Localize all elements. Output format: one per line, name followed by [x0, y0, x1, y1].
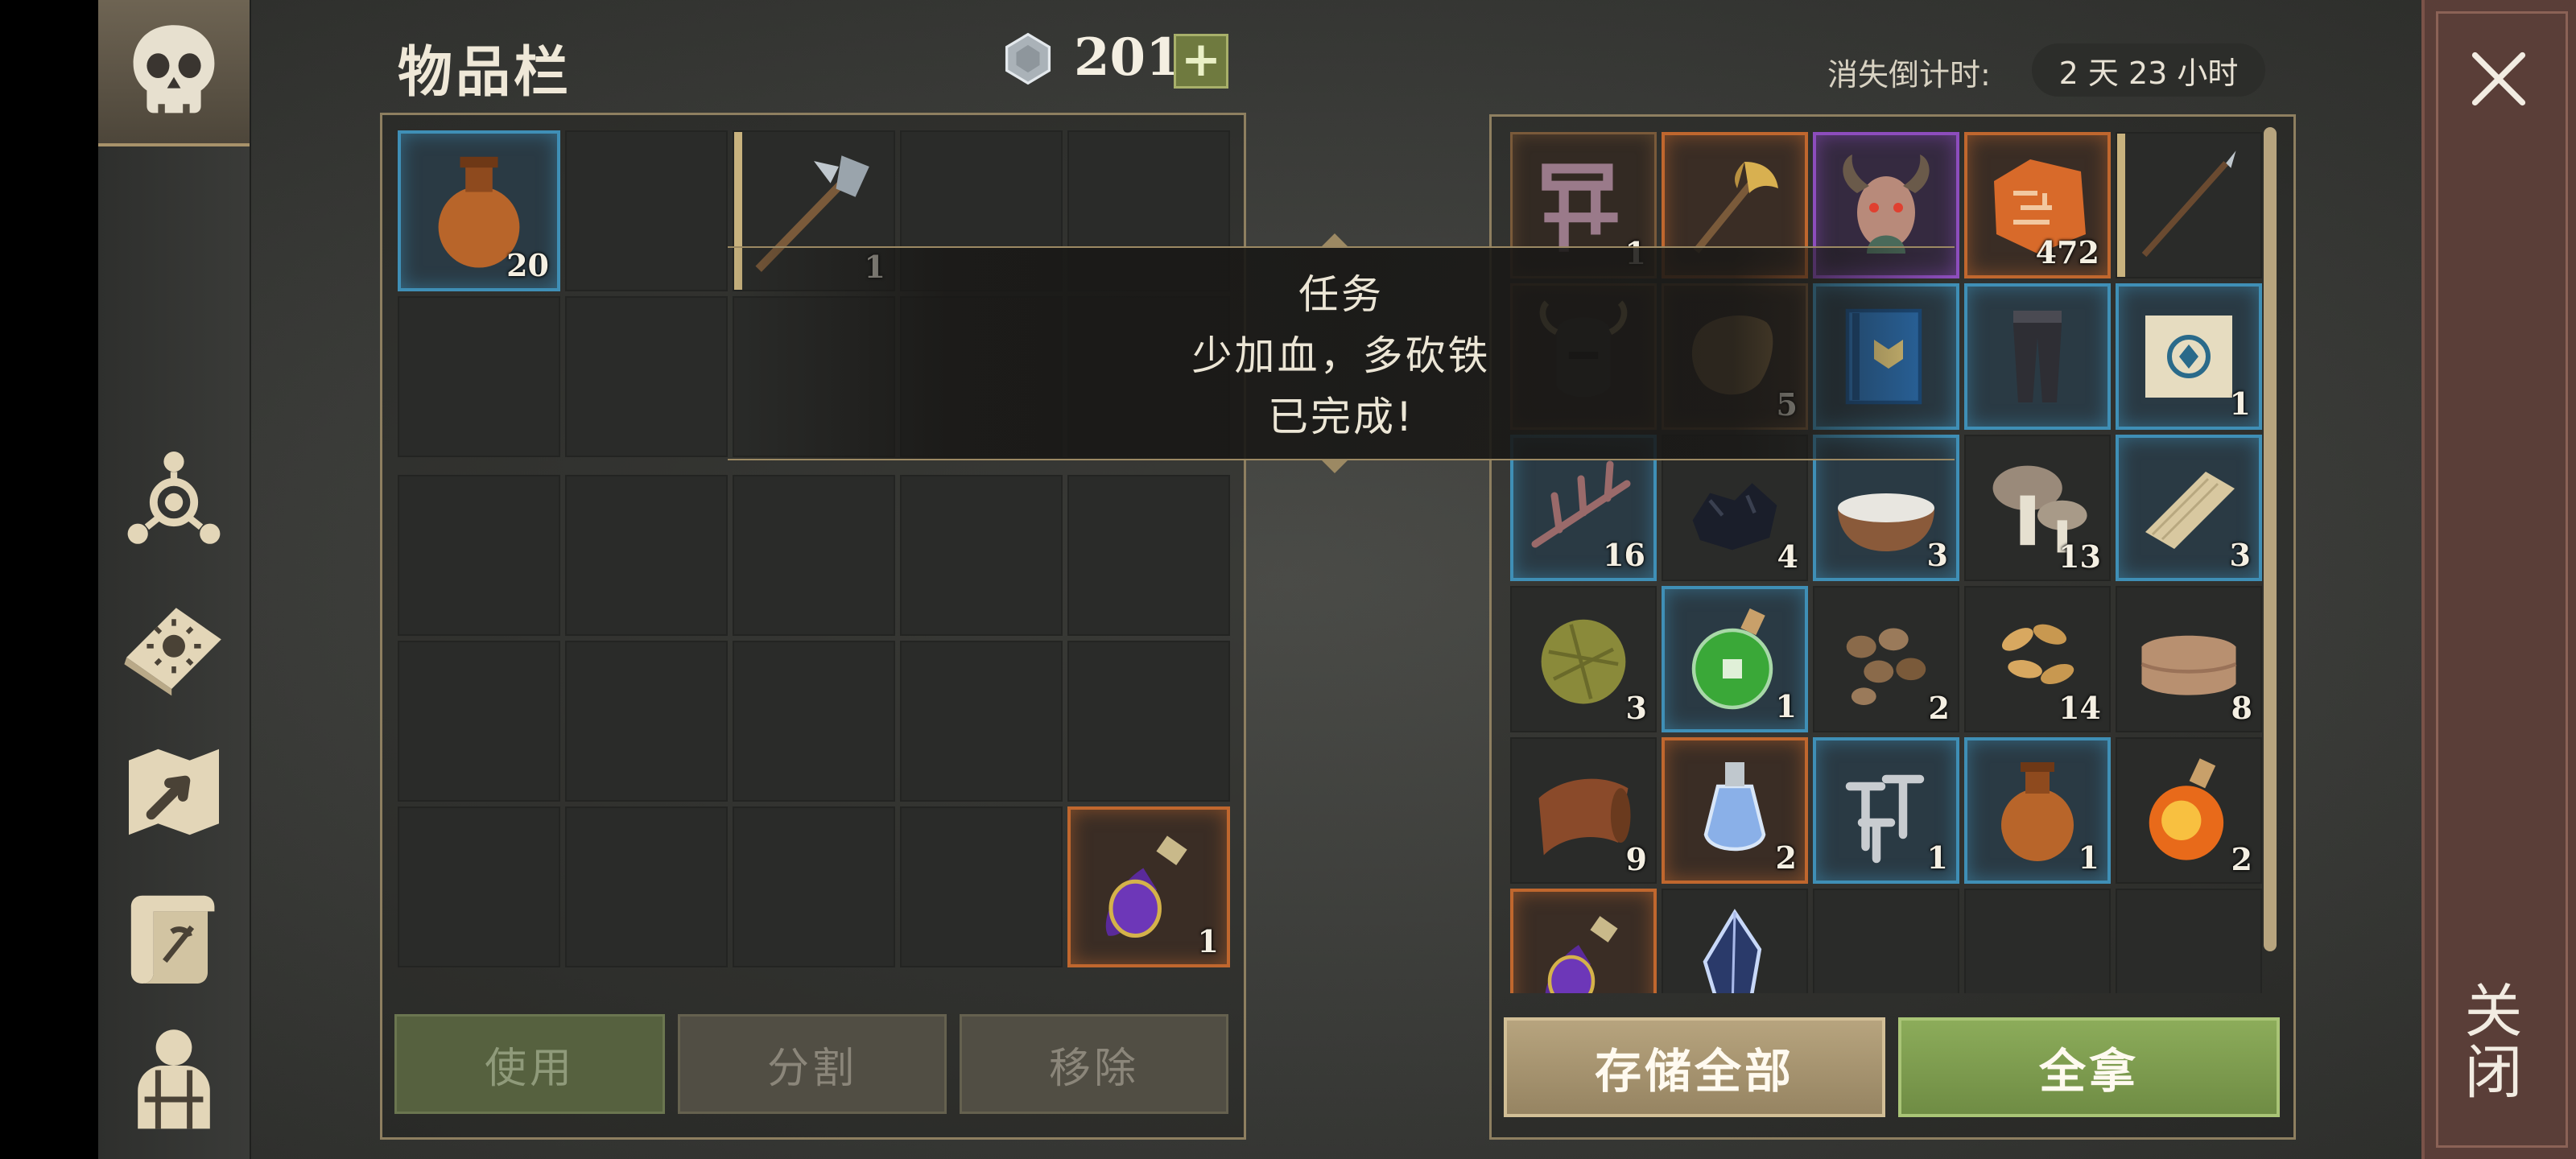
- screen-edge: [0, 0, 98, 1159]
- item-count: 2: [2231, 841, 2252, 877]
- storage-empty-slot[interactable]: [2116, 889, 2262, 993]
- item-count: 4: [1777, 538, 1798, 575]
- item-count: 16: [1603, 537, 1645, 573]
- item-count: 14: [2058, 690, 2101, 726]
- bag-empty-slot[interactable]: [900, 806, 1063, 967]
- bag-empty-slot[interactable]: [900, 475, 1063, 636]
- item-count: 1: [1775, 688, 1797, 724]
- item-count: 472: [2035, 234, 2099, 270]
- storage-slot[interactable]: 14: [1964, 586, 2111, 732]
- purple-potion-icon: [1545, 916, 1618, 993]
- item-count: 3: [2229, 537, 2251, 573]
- sun-book-icon[interactable]: [116, 586, 232, 702]
- scroll-icon[interactable]: [116, 881, 232, 996]
- storage-slot[interactable]: 1: [1662, 586, 1808, 732]
- bag-empty-slot[interactable]: [398, 806, 560, 967]
- close-label[interactable]: 关闭: [2454, 980, 2531, 1103]
- silver-coin-icon: [1005, 32, 1051, 85]
- storage-slot[interactable]: 13: [1964, 435, 2111, 581]
- storage-scrollbar[interactable]: [2264, 127, 2277, 951]
- quest-complete-toast: 任务 少加血，多砍铁 已完成!: [728, 246, 1955, 460]
- page-title: 物品栏: [398, 41, 572, 105]
- split-button[interactable]: 分割: [678, 1014, 947, 1114]
- bag-empty-slot[interactable]: [565, 806, 728, 967]
- item-count: 2: [1775, 839, 1797, 876]
- storage-slot[interactable]: 2: [2116, 737, 2262, 884]
- remove-button[interactable]: 移除: [960, 1014, 1228, 1114]
- bag-slot-grid: 1: [398, 475, 1230, 967]
- toast-notch-bottom: [1320, 459, 1349, 473]
- toast-quest-name: 少加血，多砍铁: [1191, 332, 1491, 379]
- bag-empty-slot[interactable]: [733, 641, 895, 802]
- sidebar: [98, 0, 251, 1159]
- crystal-shard-icon: [1703, 909, 1762, 993]
- bag-empty-slot[interactable]: [398, 641, 560, 802]
- quick-slot[interactable]: 20: [398, 130, 560, 291]
- item-count: 20: [506, 247, 549, 283]
- storage-slot[interactable]: 8: [2116, 586, 2262, 732]
- currency-count: 201: [1074, 27, 1182, 88]
- sidebar-tab-inventory[interactable]: [98, 0, 250, 146]
- quick-empty-slot[interactable]: [565, 296, 728, 457]
- countdown-value: 2 天 23 小时: [2032, 43, 2265, 97]
- storage-slot[interactable]: [1662, 889, 1808, 993]
- item-count: 2: [1928, 690, 1950, 726]
- item-count: 8: [2231, 690, 2252, 726]
- storage-slot[interactable]: 3: [1510, 586, 1657, 732]
- storage-slot[interactable]: 3: [2116, 435, 2262, 581]
- close-x-icon[interactable]: [2462, 42, 2536, 116]
- item-count: 3: [1926, 537, 1948, 573]
- character-icon[interactable]: [116, 1019, 232, 1135]
- storage-slot[interactable]: 1: [1813, 737, 1959, 884]
- item-count: 13: [2058, 538, 2101, 575]
- toast-status: 已完成!: [1267, 394, 1415, 440]
- bag-empty-slot[interactable]: [565, 475, 728, 636]
- skull-icon: [116, 14, 232, 130]
- store-all-button[interactable]: 存储全部: [1504, 1017, 1885, 1117]
- storage-slot[interactable]: 1: [2116, 283, 2262, 430]
- add-currency-button[interactable]: +: [1174, 34, 1228, 89]
- countdown-label: 消失倒计时:: [1827, 57, 1991, 93]
- item-count: 1: [1926, 839, 1948, 876]
- item-count: 3: [1625, 690, 1647, 726]
- storage-slot[interactable]: [1964, 283, 2111, 430]
- take-all-button[interactable]: 全拿: [1898, 1017, 2280, 1117]
- storage-slot[interactable]: 9: [1510, 737, 1657, 884]
- bag-empty-slot[interactable]: [733, 475, 895, 636]
- storage-slot[interactable]: 472: [1964, 132, 2111, 278]
- item-count: 1: [2229, 386, 2251, 422]
- storage-empty-slot[interactable]: [1964, 889, 2111, 993]
- spear-icon: [2141, 151, 2236, 258]
- purple-potion-icon: [1105, 835, 1187, 938]
- bag-slot[interactable]: 1: [1067, 806, 1230, 967]
- scroll-thumb[interactable]: [2264, 127, 2277, 951]
- item-count: 1: [2078, 839, 2099, 876]
- storage-slot[interactable]: 1: [1964, 737, 2111, 884]
- use-button[interactable]: 使用: [394, 1014, 665, 1114]
- storage-slot[interactable]: 2: [1813, 586, 1959, 732]
- leg-armor-icon: [2013, 311, 2062, 402]
- quick-empty-slot[interactable]: [398, 296, 560, 457]
- bag-empty-slot[interactable]: [1067, 641, 1230, 802]
- map-arrow-icon[interactable]: [116, 734, 232, 850]
- storage-slot[interactable]: [1510, 889, 1657, 993]
- storage-empty-slot[interactable]: [1813, 889, 1959, 993]
- item-count: 1: [1197, 923, 1219, 959]
- bag-empty-slot[interactable]: [733, 806, 895, 967]
- quick-empty-slot[interactable]: [565, 130, 728, 291]
- storage-slot[interactable]: [2116, 132, 2262, 278]
- bag-empty-slot[interactable]: [398, 475, 560, 636]
- durability-bar: [2117, 134, 2125, 277]
- bag-empty-slot[interactable]: [900, 641, 1063, 802]
- bag-empty-slot[interactable]: [565, 641, 728, 802]
- storage-slot[interactable]: 2: [1662, 737, 1808, 884]
- node-tree-icon[interactable]: [116, 444, 232, 560]
- bag-empty-slot[interactable]: [1067, 475, 1230, 636]
- toast-title: 任务: [1298, 271, 1384, 318]
- item-count: 9: [1625, 841, 1647, 877]
